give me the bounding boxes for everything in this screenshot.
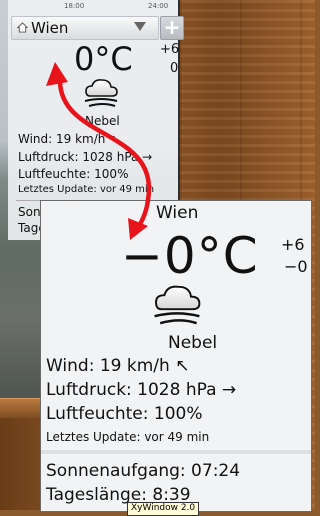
humidity-info: Luftfeuchte: 100% <box>46 404 203 424</box>
last-update: Letztes Update: vor 49 min <box>18 184 155 195</box>
temperature-high: +6 <box>281 235 305 254</box>
home-icon <box>17 22 28 33</box>
location-name: Wien <box>31 19 69 37</box>
wind-info: Wind: 19 km/h ↖ <box>46 356 190 376</box>
temperature-low: −0 <box>284 257 308 276</box>
current-temperature: −0°C <box>121 227 259 285</box>
current-temperature: 0°C <box>74 40 133 78</box>
tooltip: XyWindow 2.0 <box>127 502 200 516</box>
chevron-down-icon[interactable] <box>134 22 146 31</box>
wind-info: Wind: 19 km/h ↖ <box>18 132 120 146</box>
temperature-low: 0 <box>170 61 179 76</box>
pressure-info: Luftdruck: 1028 hPa → <box>18 150 153 164</box>
location-select[interactable]: Wien <box>11 16 159 40</box>
fog-cloud-icon <box>84 79 118 107</box>
last-update: Letztes Update: vor 49 min <box>46 430 210 444</box>
add-location-button[interactable]: + <box>160 16 184 40</box>
time-tick: 24:00 <box>148 2 169 10</box>
large-weather-widget[interactable]: Wien −0°C +6 −0 Nebel Wind: 19 km/h ↖ Lu… <box>40 200 312 512</box>
humidity-info: Luftfeuchte: 100% <box>18 167 129 181</box>
temperature-high: +6 <box>160 42 180 57</box>
pressure-info: Luftdruck: 1028 hPa → <box>46 380 237 400</box>
fog-cloud-icon <box>154 285 201 325</box>
condition-label: Nebel <box>85 114 120 128</box>
sunrise-info: Sonnenaufgang: 07:24 <box>46 461 241 481</box>
divider <box>41 450 311 454</box>
condition-label: Nebel <box>168 333 218 353</box>
time-axis: 18:00 24:00 <box>8 2 178 10</box>
time-tick: 18:00 <box>64 2 85 10</box>
location-name: Wien <box>156 203 199 223</box>
